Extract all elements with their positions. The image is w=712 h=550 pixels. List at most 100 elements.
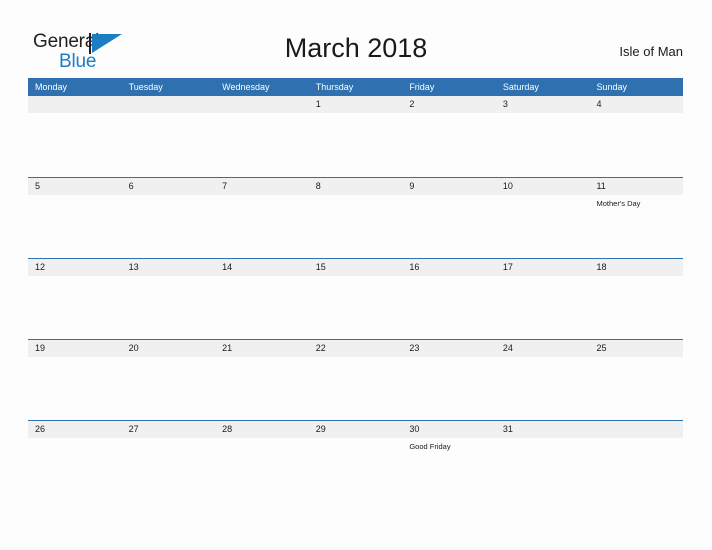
day-number: 26 xyxy=(35,424,46,434)
calendar-day-cell[interactable]: 24 xyxy=(496,340,590,419)
calendar-day-cell[interactable]: 28 xyxy=(215,421,309,500)
calendar-day-cell[interactable]: 21 xyxy=(215,340,309,419)
calendar-week-row: 12 13 14 15 16 17 18 xyxy=(28,258,683,339)
day-events xyxy=(503,357,590,360)
day-events xyxy=(503,113,590,116)
week-cells: 5 6 7 8 9 10 11 Mother's Day xyxy=(28,178,683,257)
calendar-day-cell[interactable]: 5 xyxy=(28,178,122,257)
week-cells: 26 27 28 29 30 Good Friday 31 xyxy=(28,421,683,500)
calendar-day-cell[interactable]: 31 xyxy=(496,421,590,500)
day-events xyxy=(35,195,122,198)
calendar-grid: Monday Tuesday Wednesday Thursday Friday… xyxy=(28,78,683,501)
day-number: 7 xyxy=(222,181,228,191)
calendar-day-cell[interactable]: 1 xyxy=(309,96,403,175)
day-events xyxy=(222,113,309,116)
page-title: March 2018 xyxy=(284,33,428,63)
weekday-header-thursday: Thursday xyxy=(315,82,354,92)
calendar-day-cell[interactable]: 27 xyxy=(122,421,216,500)
calendar-day-cell[interactable]: 8 xyxy=(309,178,403,257)
locale-label: Isle of Man xyxy=(619,44,683,59)
day-number: 2 xyxy=(409,99,415,109)
holiday-event-label: Good Friday xyxy=(409,442,451,451)
day-events xyxy=(316,195,403,198)
weekday-header-friday: Friday xyxy=(409,82,435,92)
day-events xyxy=(316,438,403,441)
day-number: 23 xyxy=(409,343,420,353)
calendar-day-cell[interactable]: 10 xyxy=(496,178,590,257)
calendar-day-cell[interactable]: 9 xyxy=(402,178,496,257)
week-cells: 19 20 21 22 23 24 25 xyxy=(28,340,683,419)
day-number: 19 xyxy=(35,343,46,353)
day-events xyxy=(596,438,683,441)
day-events xyxy=(503,438,590,441)
day-events xyxy=(222,195,309,198)
calendar-week-row: 5 6 7 8 9 10 11 Mother's Day xyxy=(28,177,683,258)
day-events xyxy=(222,276,309,279)
calendar-day-cell[interactable]: 12 xyxy=(28,259,122,338)
day-number: 4 xyxy=(596,99,602,109)
weekday-header-sunday: Sunday xyxy=(596,82,627,92)
day-events xyxy=(129,113,216,116)
day-events xyxy=(409,195,496,198)
day-events xyxy=(35,438,122,441)
calendar-day-cell[interactable]: 7 xyxy=(215,178,309,257)
calendar-week-row: 19 20 21 22 23 24 25 xyxy=(28,339,683,420)
calendar-day-cell[interactable]: 14 xyxy=(215,259,309,338)
calendar-day-cell[interactable]: 6 xyxy=(122,178,216,257)
calendar-day-cell[interactable]: 30 Good Friday xyxy=(402,421,496,500)
calendar-day-cell[interactable]: 15 xyxy=(309,259,403,338)
weekday-header-row: Monday Tuesday Wednesday Thursday Friday… xyxy=(28,78,683,96)
day-events xyxy=(316,113,403,116)
day-number: 12 xyxy=(35,262,46,272)
calendar-day-cell[interactable]: 25 xyxy=(589,340,683,419)
day-number: 10 xyxy=(502,181,513,191)
day-number: 15 xyxy=(315,262,326,272)
day-number: 8 xyxy=(315,181,321,191)
calendar-day-cell[interactable]: 11 Mother's Day xyxy=(589,178,683,257)
calendar-day-cell[interactable]: 29 xyxy=(309,421,403,500)
day-events xyxy=(409,113,496,116)
day-events xyxy=(503,195,590,198)
day-number: 17 xyxy=(502,262,513,272)
calendar-day-cell[interactable]: 22 xyxy=(309,340,403,419)
day-number: 21 xyxy=(222,343,233,353)
day-events xyxy=(129,438,216,441)
calendar-day-cell[interactable]: 20 xyxy=(122,340,216,419)
day-number: 16 xyxy=(409,262,420,272)
day-events xyxy=(316,276,403,279)
calendar-week-row: 26 27 28 29 30 Good Friday 31 xyxy=(28,420,683,501)
day-number: 27 xyxy=(128,424,139,434)
day-events xyxy=(129,195,216,198)
weekday-header-wednesday: Wednesday xyxy=(222,82,270,92)
weekday-header-saturday: Saturday xyxy=(502,82,539,92)
day-events xyxy=(409,276,496,279)
day-events: Mother's Day xyxy=(596,195,683,209)
day-number: 22 xyxy=(315,343,326,353)
day-number: 3 xyxy=(502,99,508,109)
calendar-day-cell[interactable]: 4 xyxy=(589,96,683,175)
day-number: 20 xyxy=(128,343,139,353)
calendar-day-cell[interactable]: 19 xyxy=(28,340,122,419)
day-number: 18 xyxy=(596,262,607,272)
calendar-day-cell[interactable]: 3 xyxy=(496,96,590,175)
day-events xyxy=(596,113,683,116)
calendar-day-cell[interactable]: 23 xyxy=(402,340,496,419)
week-cells: 12 13 14 15 16 17 18 xyxy=(28,259,683,338)
day-number: 9 xyxy=(409,181,415,191)
day-number: 24 xyxy=(502,343,513,353)
day-events xyxy=(409,357,496,360)
calendar-day-cell[interactable]: 2 xyxy=(402,96,496,175)
calendar-day-cell[interactable]: 17 xyxy=(496,259,590,338)
calendar-day-cell[interactable]: 13 xyxy=(122,259,216,338)
day-number: 28 xyxy=(222,424,233,434)
calendar-week-row: 1 2 3 4 xyxy=(28,96,683,177)
day-number: 5 xyxy=(35,181,41,191)
day-events xyxy=(35,357,122,360)
day-number: 25 xyxy=(596,343,607,353)
weekday-header-tuesday: Tuesday xyxy=(128,82,163,92)
day-events xyxy=(222,357,309,360)
day-events xyxy=(35,113,122,116)
calendar-day-cell[interactable]: 16 xyxy=(402,259,496,338)
calendar-day-cell[interactable]: 18 xyxy=(589,259,683,338)
calendar-day-cell[interactable]: 26 xyxy=(28,421,122,500)
